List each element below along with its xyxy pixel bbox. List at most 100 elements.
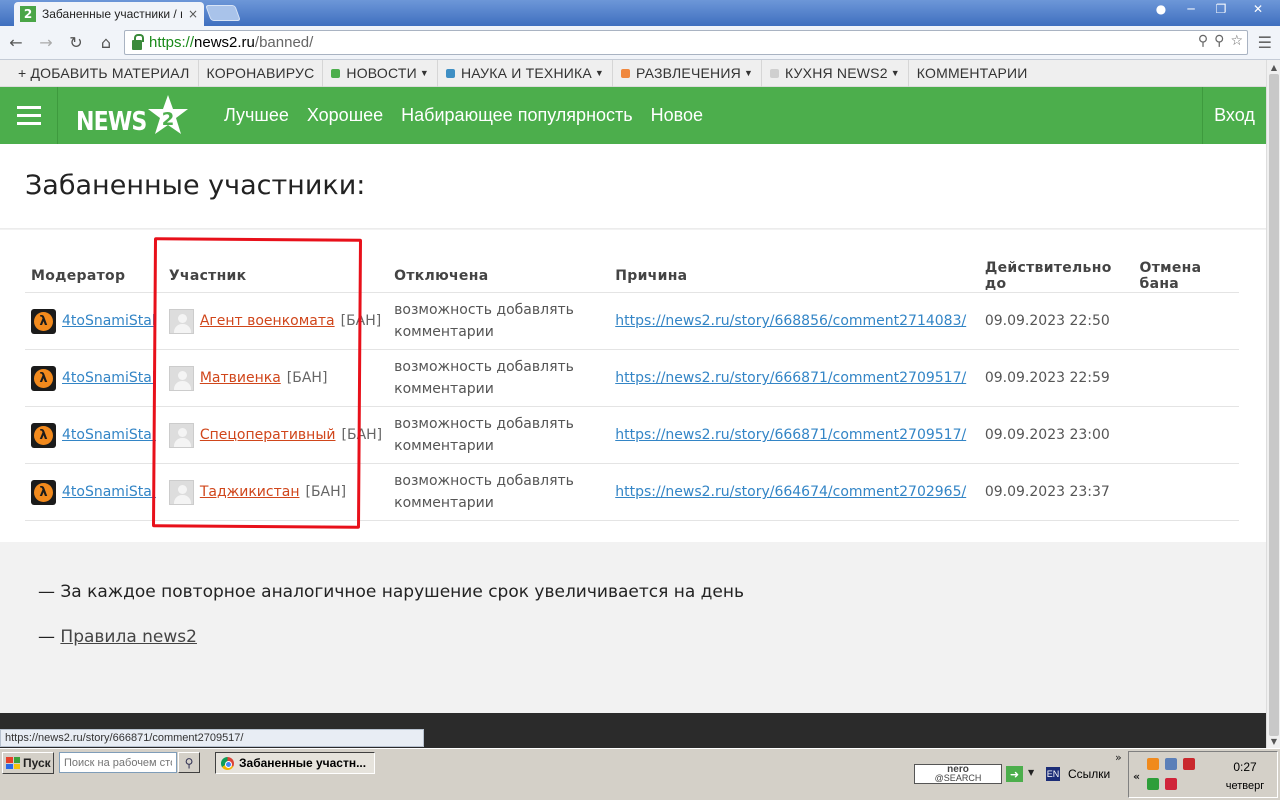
ban-tag: [БАН] [341,427,383,443]
cancel-cell [1133,463,1239,521]
nav-best[interactable]: Лучшее [224,105,289,126]
login-button[interactable]: Вход [1202,87,1266,144]
table-row: λ 4toSnamiStalo Таджикистан [БАН] возможно… [25,463,1239,521]
ban-tag: [БАН] [305,484,347,500]
taskbar-clock[interactable]: 0:27 четверг [1217,760,1273,792]
title-block: Забаненные участники: [0,144,1266,229]
nav-good[interactable]: Хорошее [307,105,383,126]
browser-toolbar: ← → ↻ ⌂ https://news2.ru/banned/ ⚲ ⚲ ☆ [0,26,1280,60]
tab-active[interactable]: 2 Забаненные участники / news2 × [14,2,204,26]
nero-go-icon[interactable]: ➜ [1006,766,1023,782]
moderator-avatar[interactable]: λ [31,308,56,334]
user-link[interactable]: Таджикистан [200,484,300,500]
disabled-text: возможность добавлять комментарии [394,416,574,454]
new-tab-button[interactable] [205,5,241,21]
tray-expand-icon[interactable]: « [1133,770,1140,783]
hamburger-menu-icon[interactable] [0,87,58,144]
site-logo[interactable]: NEWS 2 [76,94,194,138]
moderator-link[interactable]: 4toSnamiStalo [62,484,156,500]
key-icon[interactable]: ⚲ [1214,33,1224,49]
url-text: https://news2.ru/banned/ [149,34,314,51]
taskbar-chrome-window[interactable]: Забаненные участн... [215,752,375,774]
moderator-link[interactable]: 4toSnamiStalo [62,427,156,443]
back-icon[interactable]: ← [2,29,30,57]
add-material-link[interactable]: + ДОБАВИТЬ МАТЕРИАЛ [10,59,199,87]
category-news[interactable]: НОВОСТИ ▼ [323,59,438,87]
address-bar[interactable]: https://news2.ru/banned/ ⚲ ⚲ ☆ [124,30,1248,55]
category-dot [770,68,780,78]
user-link[interactable]: Матвиенка [200,370,281,386]
close-window-button[interactable]: ✕ [1236,0,1280,18]
tab-close-icon[interactable]: × [188,7,198,21]
category-entertainment[interactable]: РАЗВЛЕЧЕНИЯ ▼ [613,59,763,87]
links-toolbar[interactable]: Ссылки [1068,767,1110,781]
svg-text:2: 2 [162,109,175,130]
tray-network-icon[interactable] [1165,758,1177,770]
scroll-thumb[interactable] [1269,74,1279,736]
disabled-text: возможность добавлять комментарии [394,473,574,511]
user-link[interactable]: Агент военкомата [200,313,335,329]
ban-tag: [БАН] [286,370,328,386]
nero-search-box[interactable]: nero @SEARCH [914,764,1002,784]
reason-link[interactable]: https://news2.ru/story/668856/comment271… [615,313,966,329]
col-moderator: Модератор [25,260,163,293]
nav-new[interactable]: Новое [651,105,703,126]
valid-until: 09.09.2023 23:00 [978,406,1134,464]
valid-until: 09.09.2023 23:37 [978,463,1134,521]
reason-link[interactable]: https://news2.ru/story/666871/comment270… [615,427,966,443]
caret-down-icon: ▼ [890,68,900,78]
wrench-icon[interactable]: ☰ [1258,33,1272,52]
user-avatar[interactable] [168,365,194,391]
user-link[interactable]: Спецоперативный [200,427,336,443]
moderator-link[interactable]: 4toSnamiStalo [62,313,156,329]
moderator-avatar[interactable]: λ [31,479,56,505]
table-row: λ 4toSnamiStalo Спецоперативный [БАН] возм… [25,406,1239,464]
table-row: λ 4toSnamiStalo Агент военкомата [БАН] воз… [25,292,1239,350]
reload-icon[interactable]: ↻ [62,29,90,57]
nero-dropdown-icon[interactable]: ▼ [1028,768,1034,777]
desktop-search-input[interactable] [59,752,177,773]
page-title: Забаненные участники: [25,170,366,201]
home-icon[interactable]: ⌂ [92,29,120,57]
tray-app-icon[interactable] [1147,758,1159,770]
category-coronavirus[interactable]: КОРОНАВИРУС [199,59,324,87]
table-row: λ 4toSnamiStalo Матвиенка [БАН] возможност… [25,349,1239,407]
main-nav: Лучшее Хорошее Набирающее популярность Н… [224,105,703,126]
category-kitchen[interactable]: КУХНЯ NEWS2 ▼ [762,59,909,87]
category-science[interactable]: НАУКА И ТЕХНИКА ▼ [438,59,614,87]
scroll-down-icon[interactable]: ▼ [1267,734,1280,748]
tray-security-icon[interactable] [1165,778,1177,790]
user-avatar[interactable] [168,479,194,505]
forward-icon[interactable]: → [32,29,60,57]
nav-rising[interactable]: Набирающее популярность [401,105,632,126]
bookmark-star-icon[interactable]: ☆ [1230,33,1243,49]
reason-link[interactable]: https://news2.ru/story/666871/comment270… [615,370,966,386]
cancel-cell [1133,406,1239,464]
col-valid-until: Действительно до [978,260,1134,293]
user-avatar[interactable] [168,308,194,334]
moderator-avatar[interactable]: λ [31,365,56,391]
category-comments[interactable]: КОММЕНТАРИИ [909,60,1036,87]
reason-link[interactable]: https://news2.ru/story/664674/comment270… [615,484,966,500]
start-button[interactable]: Пуск [2,752,54,774]
page-scrollbar[interactable]: ▲ ▼ [1266,60,1280,748]
minimize-button[interactable]: ─ [1176,0,1206,18]
caret-down-icon: ▼ [743,68,754,78]
tray-wifi-icon[interactable] [1147,778,1159,790]
status-bar-url: https://news2.ru/story/666871/comment270… [0,729,424,747]
rules-link[interactable]: Правила news2 [60,627,197,647]
banned-table-block: Модератор Участник Отключена Причина Дей… [0,230,1266,542]
col-cancel: Отмена бана [1133,260,1239,293]
moderator-avatar[interactable]: λ [31,422,56,448]
zoom-icon[interactable]: ⚲ [1198,33,1208,49]
language-indicator[interactable]: EN [1046,767,1060,781]
restore-button[interactable]: ❐ [1206,0,1236,18]
tray-volume-icon[interactable] [1183,758,1195,770]
user-avatar[interactable] [168,422,194,448]
scroll-up-icon[interactable]: ▲ [1267,60,1280,74]
search-icon[interactable]: ⚲ [178,752,200,773]
news2-favicon-icon: 2 [20,6,36,22]
moderator-link[interactable]: 4toSnamiStalo [62,370,156,386]
user-profile-icon[interactable]: ● [1146,0,1176,18]
links-chevron-icon[interactable]: » [1115,751,1122,764]
